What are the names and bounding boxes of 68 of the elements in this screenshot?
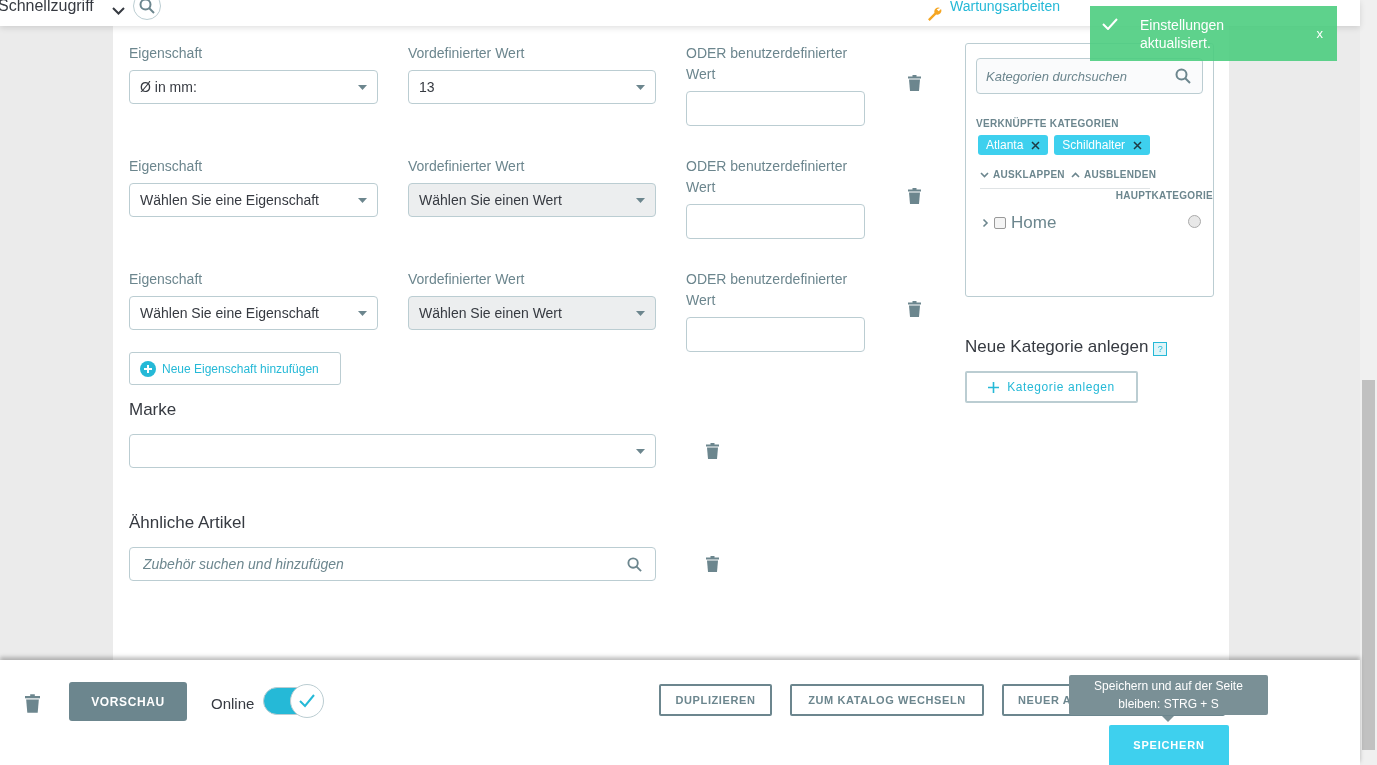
checkmark-icon [1102, 18, 1118, 30]
property-select[interactable]: Wählen Sie eine Eigenschaft [129, 183, 378, 217]
trash-icon[interactable] [25, 694, 40, 713]
create-category-button[interactable]: Kategorie anlegen [965, 371, 1138, 403]
plus-icon [988, 381, 1000, 393]
caret-icon [636, 197, 645, 203]
custom-value-field[interactable] [686, 317, 865, 352]
radio-button[interactable] [1188, 214, 1201, 228]
field-label: Eigenschaft [129, 44, 204, 63]
chevron-right-icon[interactable] [982, 218, 989, 228]
expand-link[interactable]: AUSKLAPPEN [980, 169, 1065, 180]
search-icon [1175, 68, 1191, 84]
trash-icon[interactable] [706, 443, 719, 459]
maintenance-link[interactable]: Wartungsarbeiten [950, 0, 1060, 14]
trash-icon[interactable] [908, 75, 921, 91]
column-label: HAUPTKATEGORIE [1115, 190, 1213, 201]
field-label: Eigenschaft [129, 270, 204, 289]
property-select[interactable]: Ø in mm: [129, 70, 378, 104]
tooltip: Speichern und auf der Seite bleiben: STRG + S [1069, 675, 1268, 715]
field-label: ODER benutzerdefinierter Wert [686, 44, 849, 84]
tooltip-arrow-icon [1162, 716, 1174, 722]
field-label: Eigenschaft [129, 157, 204, 176]
online-label: Online [211, 695, 255, 712]
outline-button[interactable]: DUPLIZIEREN [659, 684, 772, 716]
search-field[interactable]: Zubehör suchen und hinzufügen [129, 547, 656, 581]
linked-categories-label: VERKNÜPFTE KATEGORIEN [976, 118, 1120, 129]
custom-value-field[interactable] [686, 91, 865, 126]
chevron-up-icon [1070, 171, 1080, 178]
field-label: ODER benutzerdefinierter Wert [686, 157, 849, 197]
trash-icon[interactable] [908, 188, 921, 204]
preview-button[interactable]: VORSCHAU [69, 682, 187, 721]
checkmark-icon [299, 694, 316, 708]
scrollbar-thumb[interactable] [1362, 380, 1375, 750]
toast-message: Einstellungen aktualisiert. [1140, 15, 1226, 52]
field-label: Vordefinierter Wert [408, 270, 526, 289]
custom-value-field[interactable] [686, 204, 865, 239]
field-label: Vordefinierter Wert [408, 157, 526, 176]
property-select[interactable]: Wählen Sie eine Eigenschaft [129, 296, 378, 330]
search-icon [627, 557, 642, 572]
trash-icon[interactable] [908, 301, 921, 317]
caret-icon [636, 448, 645, 454]
tree-item[interactable]: Home [1011, 213, 1057, 233]
field-label: Vordefinierter Wert [408, 44, 526, 63]
plus-circle-icon [140, 360, 156, 377]
section-title: Marke [129, 400, 178, 420]
value-select[interactable]: 13 [408, 70, 656, 104]
outline-button[interactable]: ZUM KATALOG WECHSELN [790, 684, 984, 716]
caret-icon [358, 310, 367, 316]
collapse-link[interactable]: AUSBLENDEN [1070, 169, 1157, 180]
caret-icon [636, 84, 645, 90]
chevron-down-icon [980, 171, 989, 178]
trash-icon[interactable] [706, 556, 719, 572]
caret-icon [636, 310, 645, 316]
section-title: Ähnliche Artikel [129, 513, 247, 533]
close-icon[interactable] [1031, 140, 1041, 150]
caret-icon [358, 197, 367, 203]
category-search-field[interactable]: Kategorien durchsuchen [976, 58, 1203, 94]
field-label: ODER benutzerdefinierter Wert [686, 270, 849, 310]
chevron-down-icon[interactable] [111, 7, 125, 15]
close-button[interactable]: x [1316, 26, 1323, 41]
section-title: Neue Kategorie anlegen [965, 337, 1149, 357]
wrench-icon [927, 5, 942, 21]
search-icon [138, 0, 155, 14]
close-icon[interactable] [1133, 140, 1143, 150]
checkbox[interactable] [994, 217, 1006, 229]
help-icon[interactable]: ? [1153, 341, 1168, 356]
caret-icon [358, 84, 367, 90]
add-feature-button[interactable]: Neue Eigenschaft hinzufügen [129, 352, 341, 385]
